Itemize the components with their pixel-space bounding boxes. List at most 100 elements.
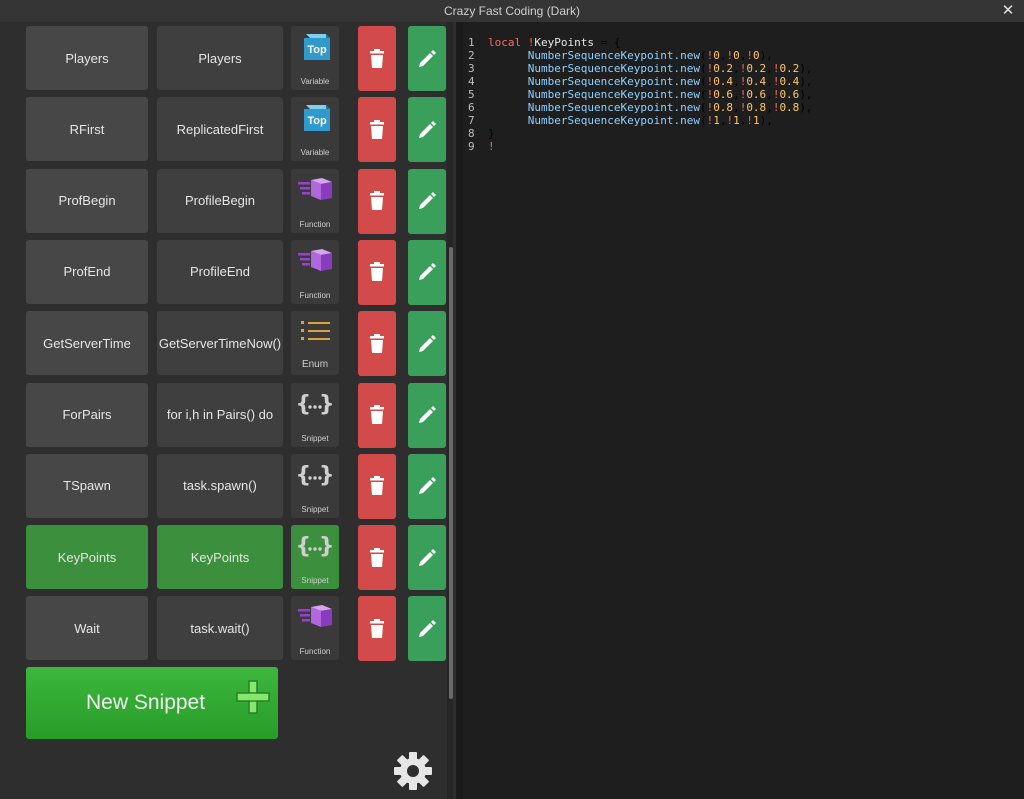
delete-button[interactable] xyxy=(358,382,396,448)
snippet-row[interactable]: ProfEnd ProfileEnd Function xyxy=(0,239,447,306)
delete-button[interactable] xyxy=(358,525,396,591)
panel-divider[interactable] xyxy=(456,22,463,799)
code-text[interactable]: NumberSequenceKeypoint.new(!0.2,!0.2,!0.… xyxy=(488,62,813,75)
snippet-type-badge[interactable]: Function xyxy=(291,239,339,304)
variable-icon-text: Top xyxy=(307,115,327,127)
code-text[interactable]: NumberSequenceKeypoint.new(!0.6,!0.6,!0.… xyxy=(488,88,813,101)
code-line[interactable]: 9! xyxy=(463,140,1013,153)
snippet-row[interactable]: Wait task.wait() Function xyxy=(0,596,447,662)
snippet-type-badge[interactable]: { } Snippet xyxy=(291,453,339,518)
function-icon xyxy=(298,248,332,271)
svg-text:{ }: { } xyxy=(296,534,334,559)
close-icon[interactable]: ✕ xyxy=(1000,0,1016,22)
edit-button[interactable] xyxy=(408,26,446,91)
code-line[interactable]: 7 NumberSequenceKeypoint.new(!1,!1,!1), xyxy=(463,114,1013,127)
code-text[interactable]: NumberSequenceKeypoint.new(!0.8,!0.8,!0.… xyxy=(488,101,813,114)
code-line[interactable]: 6 NumberSequenceKeypoint.new(!0.8,!0.8,!… xyxy=(463,101,1013,114)
snippet-expansion[interactable]: KeyPoints xyxy=(157,525,283,590)
code-line[interactable]: 1 local !KeyPoints = { xyxy=(463,36,1013,49)
snippet-type-badge[interactable]: Function xyxy=(291,168,339,233)
snippet-shortcut[interactable]: ProfBegin xyxy=(26,168,148,233)
snippet-expansion[interactable]: ProfileBegin xyxy=(157,168,283,233)
snippet-row[interactable]: RFirst ReplicatedFirst Top Variable xyxy=(0,97,447,163)
snippet-expansion[interactable]: Players xyxy=(157,26,283,90)
snippet-type-badge[interactable]: Function xyxy=(291,596,339,661)
edit-button[interactable] xyxy=(408,453,446,519)
snippet-row[interactable]: TSpawn task.spawn() { } Snippet xyxy=(0,453,447,520)
snippet-type-label: Variable xyxy=(300,77,330,86)
function-icon xyxy=(298,605,332,628)
pencil-icon xyxy=(419,548,436,566)
snippet-expansion[interactable]: ProfileEnd xyxy=(157,239,283,304)
trash-icon xyxy=(370,333,384,353)
snippet-row[interactable]: ProfBegin ProfileBegin Function xyxy=(0,168,447,235)
code-text[interactable]: NumberSequenceKeypoint.new(!0,!0,!0), xyxy=(488,49,773,62)
delete-button[interactable] xyxy=(358,239,396,305)
edit-button[interactable] xyxy=(408,596,446,662)
trash-icon xyxy=(370,405,384,424)
code-line[interactable]: 2 NumberSequenceKeypoint.new(!0,!0,!0), xyxy=(463,49,1013,62)
snippet-shortcut[interactable]: Wait xyxy=(26,596,148,661)
snippet-row[interactable]: Players Players Top Variable xyxy=(0,26,447,92)
svg-text:{ }: { } xyxy=(296,463,334,488)
new-snippet-button[interactable]: New Snippet xyxy=(26,667,278,739)
code-text[interactable]: NumberSequenceKeypoint.new(!1,!1,!1), xyxy=(488,114,773,127)
snippet-shortcut[interactable]: TSpawn xyxy=(26,453,148,518)
line-number: 8 xyxy=(468,127,475,140)
code-line[interactable]: 5 NumberSequenceKeypoint.new(!0.6,!0.6,!… xyxy=(463,88,1013,101)
snippet-type-badge[interactable]: Enum xyxy=(291,311,339,376)
window-title: Crazy Fast Coding (Dark) xyxy=(443,4,581,18)
edit-button[interactable] xyxy=(408,525,446,591)
delete-button[interactable] xyxy=(358,168,396,234)
trash-icon xyxy=(370,48,384,68)
delete-button[interactable] xyxy=(358,453,396,519)
snippet-row[interactable]: GetServerTime GetServerTimeNow() Enum xyxy=(0,311,447,377)
line-number: 3 xyxy=(468,62,475,75)
pencil-icon xyxy=(419,49,436,67)
snippet-row[interactable]: KeyPoints KeyPoints { } Snippet xyxy=(0,525,447,591)
snippet-shortcut[interactable]: GetServerTime xyxy=(26,311,148,376)
code-text[interactable]: ! xyxy=(488,140,495,153)
edit-button[interactable] xyxy=(408,239,446,305)
pencil-icon xyxy=(419,334,436,352)
snippet-type-badge[interactable]: { } Snippet xyxy=(291,382,339,447)
delete-button[interactable] xyxy=(358,311,396,377)
scrollbar-thumb[interactable] xyxy=(449,247,453,699)
line-number: 2 xyxy=(468,49,475,62)
plus-icon xyxy=(236,680,270,714)
snippet-expansion[interactable]: task.wait() xyxy=(157,596,283,661)
snippet-expansion[interactable]: ReplicatedFirst xyxy=(157,97,283,162)
snippet-shortcut[interactable]: Players xyxy=(26,26,148,90)
snippet-type-label: Function xyxy=(299,647,331,657)
variable-icon: Top xyxy=(304,105,330,132)
code-text[interactable]: } xyxy=(488,127,495,140)
snippet-shortcut[interactable]: ForPairs xyxy=(26,382,148,447)
snippet-shortcut[interactable]: RFirst xyxy=(26,97,148,162)
code-editor[interactable]: 1 local !KeyPoints = {2 NumberSequenceKey… xyxy=(463,22,1024,799)
edit-button[interactable] xyxy=(408,311,446,377)
code-text[interactable]: local !KeyPoints = { xyxy=(488,36,620,49)
title-bar: Crazy Fast Coding (Dark) ✕ xyxy=(0,0,1024,22)
snippet-type-badge[interactable]: Top Variable xyxy=(291,97,339,162)
snippet-expansion[interactable]: GetServerTimeNow() xyxy=(157,311,283,376)
code-line[interactable]: 4 NumberSequenceKeypoint.new(!0.4,!0.4,!… xyxy=(463,75,1013,88)
code-text[interactable]: NumberSequenceKeypoint.new(!0.4,!0.4,!0.… xyxy=(488,75,813,88)
variable-icon: Top xyxy=(304,34,330,60)
code-line[interactable]: 3 NumberSequenceKeypoint.new(!0.2,!0.2,!… xyxy=(463,62,1013,75)
snippet-expansion[interactable]: task.spawn() xyxy=(157,453,283,518)
delete-button[interactable] xyxy=(358,26,396,91)
settings-gear-icon[interactable] xyxy=(392,750,434,792)
snippet-shortcut[interactable]: ProfEnd xyxy=(26,239,148,304)
edit-button[interactable] xyxy=(408,168,446,234)
code-line[interactable]: 8} xyxy=(463,127,1013,140)
delete-button[interactable] xyxy=(358,97,396,163)
snippet-shortcut[interactable]: KeyPoints xyxy=(26,525,148,590)
snippet-type-badge[interactable]: { } Snippet xyxy=(291,525,339,590)
trash-icon xyxy=(370,476,384,496)
snippet-type-badge[interactable]: Top Variable xyxy=(291,26,339,90)
edit-button[interactable] xyxy=(408,97,446,163)
edit-button[interactable] xyxy=(408,382,446,448)
delete-button[interactable] xyxy=(358,596,396,662)
snippet-expansion[interactable]: for i,h in Pairs() do xyxy=(157,382,283,447)
snippet-row[interactable]: ForPairs for i,h in Pairs() do { } Snippet xyxy=(0,382,447,449)
